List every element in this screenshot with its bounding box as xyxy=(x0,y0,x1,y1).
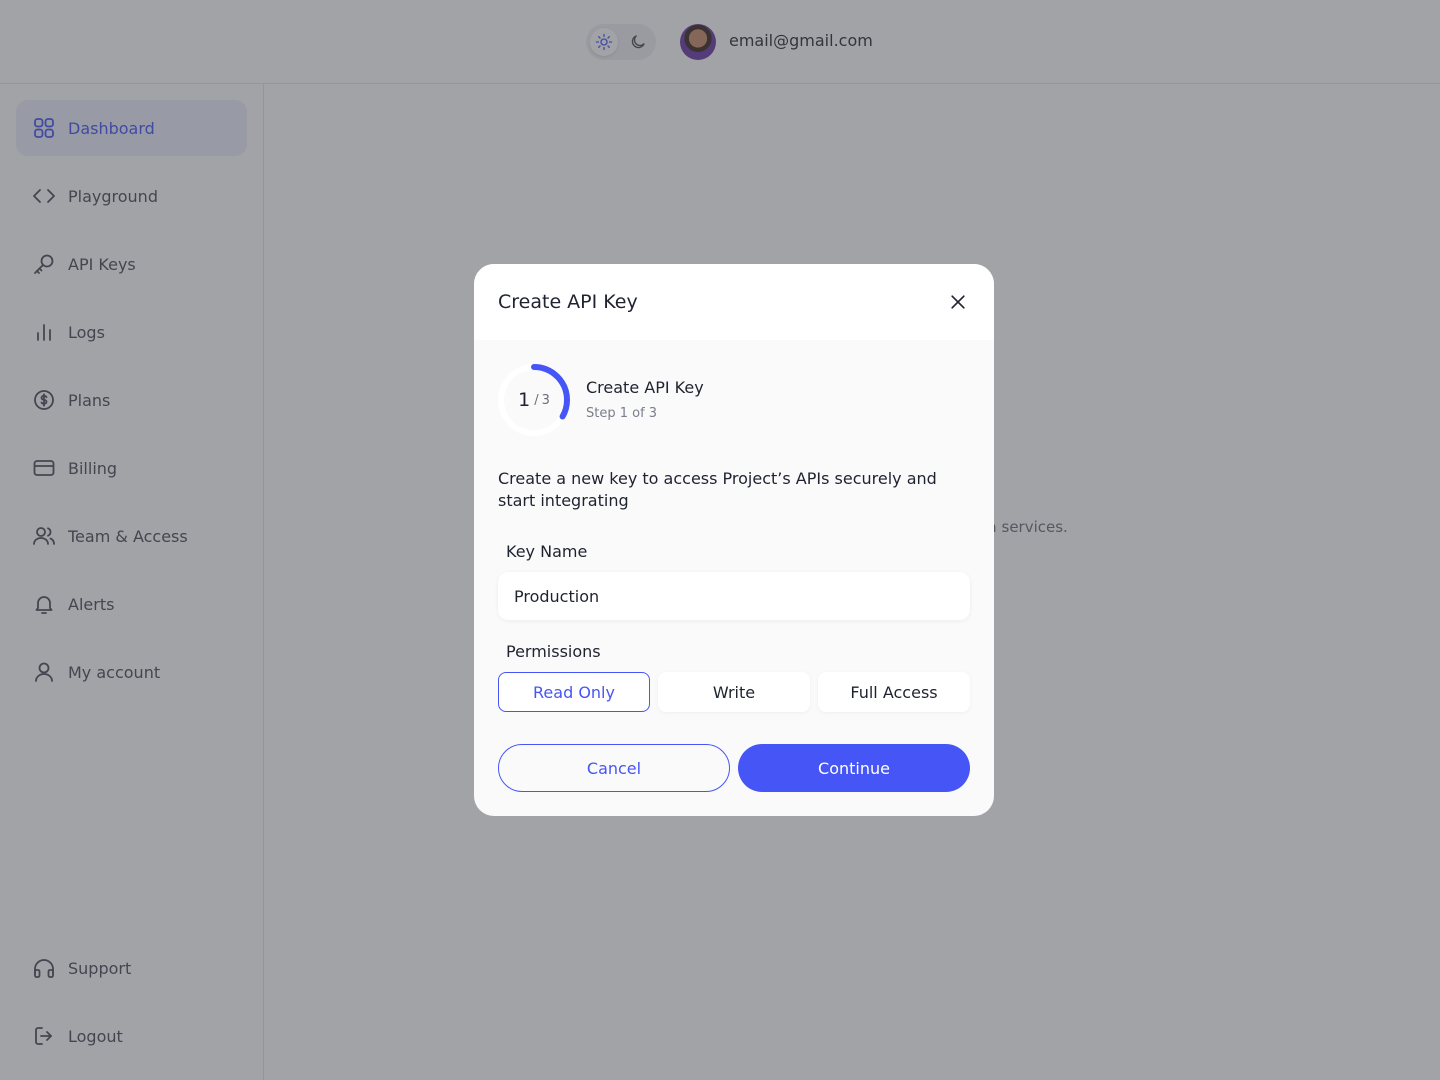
permission-full-access[interactable]: Full Access xyxy=(818,672,970,712)
create-api-key-modal: Create API Key 1 / 3 Create API Key Step… xyxy=(474,264,994,816)
progress-separator: / xyxy=(534,392,539,408)
progress-current: 1 xyxy=(518,389,531,411)
modal-title: Create API Key xyxy=(498,291,638,313)
progress-total: 3 xyxy=(541,392,550,408)
continue-button[interactable]: Continue xyxy=(738,744,970,792)
modal-header: Create API Key xyxy=(474,264,994,340)
permission-read-only[interactable]: Read Only xyxy=(498,672,650,712)
key-name-label: Key Name xyxy=(506,542,588,561)
cancel-button[interactable]: Cancel xyxy=(498,744,730,792)
step-subtitle: Step 1 of 3 xyxy=(586,406,658,421)
permission-write[interactable]: Write xyxy=(658,672,810,712)
permissions-label: Permissions xyxy=(506,642,601,661)
close-icon xyxy=(951,295,965,309)
step-progress-ring: 1 / 3 xyxy=(498,364,570,436)
key-name-input[interactable] xyxy=(498,572,970,620)
modal-description: Create a new key to access Project’s API… xyxy=(498,469,937,510)
close-button[interactable] xyxy=(944,288,972,316)
step-title: Create API Key xyxy=(586,378,704,397)
